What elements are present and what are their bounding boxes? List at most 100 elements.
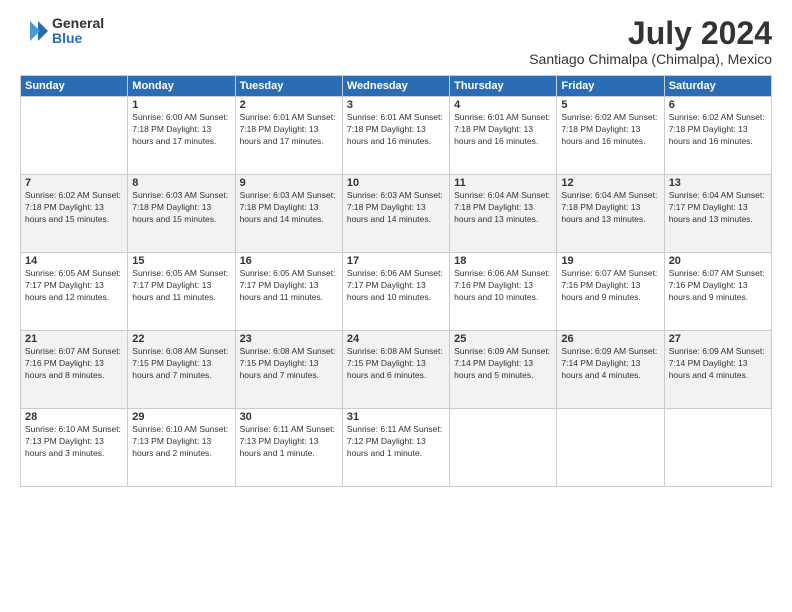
day-cell: 6Sunrise: 6:02 AM Sunset: 7:18 PM Daylig… [664,97,771,175]
day-number: 16 [240,255,338,267]
day-cell: 8Sunrise: 6:03 AM Sunset: 7:18 PM Daylig… [128,175,235,253]
day-info: Sunrise: 6:11 AM Sunset: 7:12 PM Dayligh… [347,424,445,460]
day-number: 31 [347,411,445,423]
logo: General Blue [20,16,104,47]
day-number: 17 [347,255,445,267]
day-cell: 14Sunrise: 6:05 AM Sunset: 7:17 PM Dayli… [21,253,128,331]
logo-icon [20,17,48,45]
day-number: 10 [347,177,445,189]
day-header: Saturday [664,76,771,97]
header-row: SundayMondayTuesdayWednesdayThursdayFrid… [21,76,772,97]
day-cell: 29Sunrise: 6:10 AM Sunset: 7:13 PM Dayli… [128,409,235,487]
day-info: Sunrise: 6:00 AM Sunset: 7:18 PM Dayligh… [132,112,230,148]
day-info: Sunrise: 6:09 AM Sunset: 7:14 PM Dayligh… [669,346,767,382]
week-row: 28Sunrise: 6:10 AM Sunset: 7:13 PM Dayli… [21,409,772,487]
day-number: 3 [347,99,445,111]
day-number: 6 [669,99,767,111]
day-number: 13 [669,177,767,189]
day-cell: 12Sunrise: 6:04 AM Sunset: 7:18 PM Dayli… [557,175,664,253]
day-info: Sunrise: 6:06 AM Sunset: 7:16 PM Dayligh… [454,268,552,304]
day-cell: 16Sunrise: 6:05 AM Sunset: 7:17 PM Dayli… [235,253,342,331]
day-cell: 19Sunrise: 6:07 AM Sunset: 7:16 PM Dayli… [557,253,664,331]
day-info: Sunrise: 6:09 AM Sunset: 7:14 PM Dayligh… [561,346,659,382]
day-info: Sunrise: 6:08 AM Sunset: 7:15 PM Dayligh… [347,346,445,382]
day-cell: 10Sunrise: 6:03 AM Sunset: 7:18 PM Dayli… [342,175,449,253]
day-number: 22 [132,333,230,345]
day-number: 12 [561,177,659,189]
day-header: Friday [557,76,664,97]
day-info: Sunrise: 6:03 AM Sunset: 7:18 PM Dayligh… [347,190,445,226]
day-cell: 28Sunrise: 6:10 AM Sunset: 7:13 PM Dayli… [21,409,128,487]
day-number: 2 [240,99,338,111]
week-row: 1Sunrise: 6:00 AM Sunset: 7:18 PM Daylig… [21,97,772,175]
day-cell: 18Sunrise: 6:06 AM Sunset: 7:16 PM Dayli… [450,253,557,331]
day-cell: 31Sunrise: 6:11 AM Sunset: 7:12 PM Dayli… [342,409,449,487]
day-info: Sunrise: 6:08 AM Sunset: 7:15 PM Dayligh… [132,346,230,382]
day-cell: 24Sunrise: 6:08 AM Sunset: 7:15 PM Dayli… [342,331,449,409]
day-info: Sunrise: 6:11 AM Sunset: 7:13 PM Dayligh… [240,424,338,460]
day-cell: 17Sunrise: 6:06 AM Sunset: 7:17 PM Dayli… [342,253,449,331]
week-row: 14Sunrise: 6:05 AM Sunset: 7:17 PM Dayli… [21,253,772,331]
main-title: July 2024 [529,16,772,51]
day-info: Sunrise: 6:10 AM Sunset: 7:13 PM Dayligh… [25,424,123,460]
day-info: Sunrise: 6:05 AM Sunset: 7:17 PM Dayligh… [132,268,230,304]
day-info: Sunrise: 6:07 AM Sunset: 7:16 PM Dayligh… [25,346,123,382]
day-number: 25 [454,333,552,345]
day-number: 4 [454,99,552,111]
day-cell: 25Sunrise: 6:09 AM Sunset: 7:14 PM Dayli… [450,331,557,409]
day-header: Tuesday [235,76,342,97]
day-number: 11 [454,177,552,189]
day-info: Sunrise: 6:03 AM Sunset: 7:18 PM Dayligh… [240,190,338,226]
day-number: 30 [240,411,338,423]
day-number: 15 [132,255,230,267]
day-info: Sunrise: 6:05 AM Sunset: 7:17 PM Dayligh… [25,268,123,304]
day-cell: 20Sunrise: 6:07 AM Sunset: 7:16 PM Dayli… [664,253,771,331]
day-cell: 9Sunrise: 6:03 AM Sunset: 7:18 PM Daylig… [235,175,342,253]
day-number: 1 [132,99,230,111]
day-cell: 13Sunrise: 6:04 AM Sunset: 7:17 PM Dayli… [664,175,771,253]
title-block: July 2024 Santiago Chimalpa (Chimalpa), … [529,16,772,67]
day-info: Sunrise: 6:01 AM Sunset: 7:18 PM Dayligh… [347,112,445,148]
day-cell: 11Sunrise: 6:04 AM Sunset: 7:18 PM Dayli… [450,175,557,253]
day-cell: 2Sunrise: 6:01 AM Sunset: 7:18 PM Daylig… [235,97,342,175]
day-number: 19 [561,255,659,267]
calendar: SundayMondayTuesdayWednesdayThursdayFrid… [20,75,772,487]
day-number: 8 [132,177,230,189]
day-cell: 21Sunrise: 6:07 AM Sunset: 7:16 PM Dayli… [21,331,128,409]
day-cell: 15Sunrise: 6:05 AM Sunset: 7:17 PM Dayli… [128,253,235,331]
day-cell [450,409,557,487]
day-info: Sunrise: 6:06 AM Sunset: 7:17 PM Dayligh… [347,268,445,304]
day-header: Sunday [21,76,128,97]
day-cell: 22Sunrise: 6:08 AM Sunset: 7:15 PM Dayli… [128,331,235,409]
day-header: Thursday [450,76,557,97]
day-number: 21 [25,333,123,345]
day-info: Sunrise: 6:07 AM Sunset: 7:16 PM Dayligh… [561,268,659,304]
day-cell: 27Sunrise: 6:09 AM Sunset: 7:14 PM Dayli… [664,331,771,409]
day-number: 7 [25,177,123,189]
day-number: 26 [561,333,659,345]
day-number: 24 [347,333,445,345]
day-info: Sunrise: 6:02 AM Sunset: 7:18 PM Dayligh… [25,190,123,226]
day-cell [21,97,128,175]
day-number: 18 [454,255,552,267]
day-info: Sunrise: 6:04 AM Sunset: 7:17 PM Dayligh… [669,190,767,226]
day-info: Sunrise: 6:02 AM Sunset: 7:18 PM Dayligh… [561,112,659,148]
day-info: Sunrise: 6:04 AM Sunset: 7:18 PM Dayligh… [561,190,659,226]
subtitle: Santiago Chimalpa (Chimalpa), Mexico [529,51,772,67]
day-number: 14 [25,255,123,267]
day-header: Monday [128,76,235,97]
day-cell: 26Sunrise: 6:09 AM Sunset: 7:14 PM Dayli… [557,331,664,409]
day-number: 28 [25,411,123,423]
day-number: 5 [561,99,659,111]
day-number: 9 [240,177,338,189]
day-cell: 5Sunrise: 6:02 AM Sunset: 7:18 PM Daylig… [557,97,664,175]
day-info: Sunrise: 6:04 AM Sunset: 7:18 PM Dayligh… [454,190,552,226]
header: General Blue July 2024 Santiago Chimalpa… [20,16,772,67]
page: General Blue July 2024 Santiago Chimalpa… [0,0,792,612]
day-info: Sunrise: 6:02 AM Sunset: 7:18 PM Dayligh… [669,112,767,148]
week-row: 21Sunrise: 6:07 AM Sunset: 7:16 PM Dayli… [21,331,772,409]
week-row: 7Sunrise: 6:02 AM Sunset: 7:18 PM Daylig… [21,175,772,253]
logo-blue: Blue [52,31,104,46]
day-cell [557,409,664,487]
logo-general: General [52,16,104,31]
